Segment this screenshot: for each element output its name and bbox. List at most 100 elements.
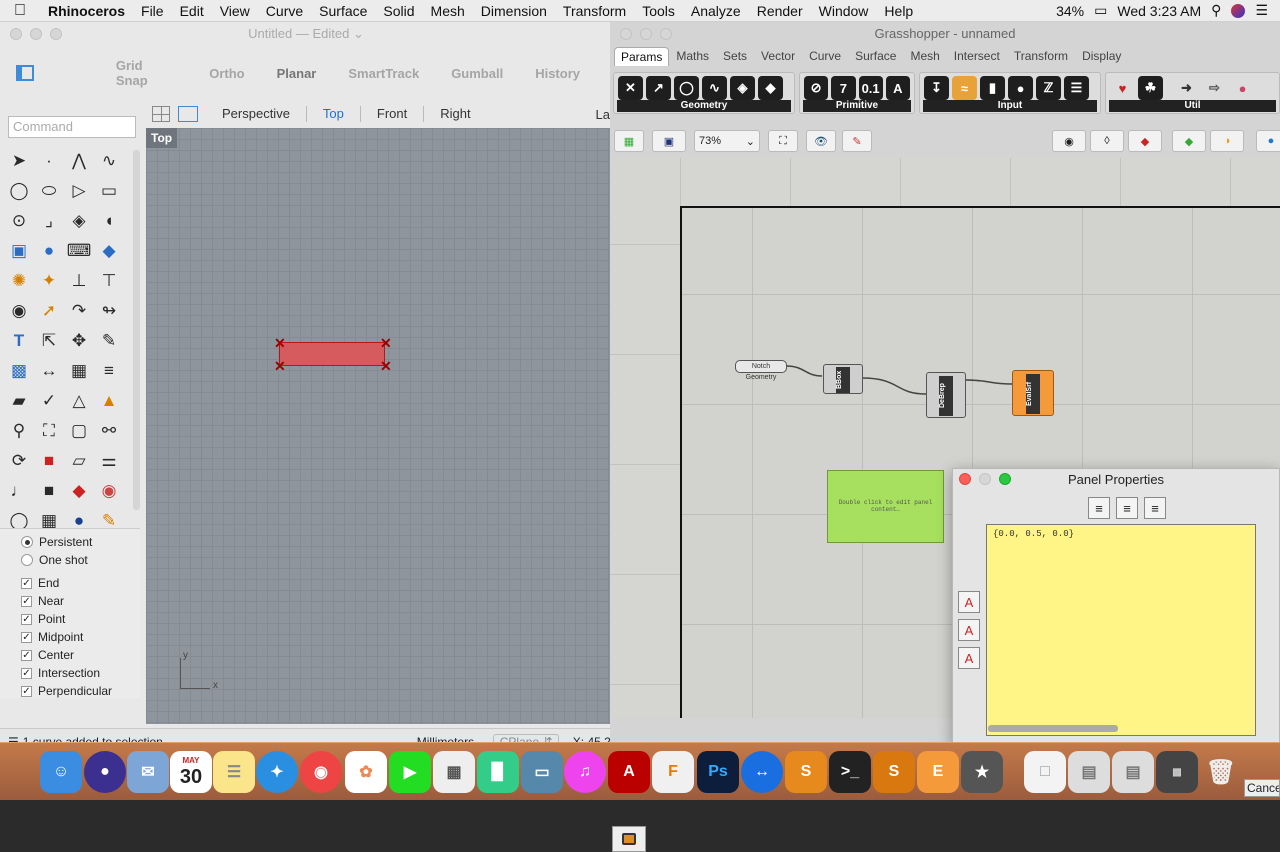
layer-icon[interactable]: ⚌ [94,446,124,476]
osnap-point[interactable]: ✓ Point [0,610,140,628]
zoom-window-icon[interactable]: ⛶ [34,416,64,446]
terminal-icon[interactable]: >_ [829,751,871,793]
downloads-stack-icon[interactable]: ▤ [1112,751,1154,793]
osnap-center[interactable]: ✓ Center [0,646,140,664]
bake-icon[interactable]: ◆ [1172,130,1206,152]
extend-icon[interactable]: ⊤ [94,266,124,296]
plane-icon[interactable]: ▱ [64,446,94,476]
tab-perspective[interactable]: Perspective [206,106,307,122]
wireframe-icon[interactable]: ◊ [1090,130,1124,152]
list-icon[interactable]: ☰ [1064,76,1089,100]
slider-icon[interactable]: ℤ [1036,76,1061,100]
integer-param-icon[interactable]: 7 [831,76,856,100]
menu-help[interactable]: Help [876,3,921,19]
circle-param-icon[interactable]: ◯ [674,76,699,100]
trim-icon[interactable]: ⊥ [64,266,94,296]
tab-top[interactable]: Top [307,106,361,122]
save-file-icon[interactable]: ▣ [652,130,686,152]
polyline-icon[interactable]: ⋀ [64,146,94,176]
minimize-button[interactable] [30,28,42,40]
checkmark-icon[interactable]: ✓ [21,613,32,625]
point-icon[interactable]: · [34,146,64,176]
circle-center-icon[interactable]: ⊙ [4,206,34,236]
analyze-icon[interactable]: ▰ [4,386,34,416]
chrome-icon[interactable]: ◉ [300,751,342,793]
fillet-icon[interactable]: ⌟ [34,206,64,236]
panel-content-text[interactable]: {0.0, 0.5, 0.0} [986,524,1256,736]
point-param-icon[interactable]: ✕ [618,76,643,100]
eagle-icon[interactable]: E [917,751,959,793]
tab-intersect[interactable]: Intersect [947,49,1007,63]
explode-icon[interactable]: ✺ [4,266,34,296]
input-group-label[interactable]: Input [923,100,1097,112]
tab-front[interactable]: Front [361,106,425,122]
single-view-icon[interactable] [178,106,198,122]
sublime-icon[interactable]: S [785,751,827,793]
zoom-button[interactable] [50,28,62,40]
dimension-icon[interactable]: ↔ [34,356,64,386]
history-toggle[interactable]: History [535,66,580,81]
bbox-component[interactable]: BBox [823,364,863,394]
menu-dimension[interactable]: Dimension [473,3,555,19]
tree-icon[interactable]: ☘ [1138,76,1163,100]
evalsrf-component[interactable]: EvalSrf [1012,370,1054,416]
surface-icon[interactable]: ◈ [64,206,94,236]
array-icon[interactable]: ▦ [64,356,94,386]
car-icon[interactable]: ■ [34,446,64,476]
ortho-toggle[interactable]: Ortho [209,66,244,81]
selected-preview-icon[interactable]: ◆ [1128,130,1162,152]
menu-rhinoceros[interactable]: Rhinoceros [40,3,133,19]
rotate-view-icon[interactable]: ⟳ [4,446,34,476]
oneshot-radio[interactable] [21,554,33,566]
safari-icon[interactable]: ✦ [256,751,298,793]
vector-param-icon[interactable]: ↗ [646,76,671,100]
zoom-extents-icon[interactable]: ⛶ [768,130,798,152]
gumball-toggle[interactable]: Gumball [451,66,503,81]
render-icon[interactable]: ▲ [94,386,124,416]
persistent-radio[interactable] [21,536,33,548]
checkmark-icon[interactable]: ✓ [21,667,32,679]
shaded-preview-icon[interactable]: ◑ [1210,130,1244,152]
number-param-icon[interactable]: 0.1 [858,76,883,100]
menu-analyze[interactable]: Analyze [683,3,749,19]
osnap-end[interactable]: ✓ End [0,574,140,592]
check-icon[interactable]: ✓ [34,386,64,416]
edit-icon[interactable]: ✎ [94,326,124,356]
checkmark-icon[interactable]: ✓ [21,631,32,643]
zoom-button[interactable] [660,28,672,40]
button-icon[interactable]: ● [1008,76,1033,100]
curve-param-icon[interactable]: ∿ [702,76,727,100]
ellipse-icon[interactable]: ⬭ [34,176,64,206]
polygon-icon[interactable]: ▷ [64,176,94,206]
tab-surface[interactable]: Surface [848,49,903,63]
text-param-icon[interactable]: A [885,76,910,100]
more-icon[interactable]: ● [1256,130,1280,152]
apple-icon[interactable]:  [0,2,40,20]
color-wheel-icon[interactable]: ◉ [94,476,124,506]
tab-sets[interactable]: Sets [716,49,754,63]
close-button[interactable] [10,28,22,40]
tab-right[interactable]: Right [424,106,486,122]
split-icon[interactable]: ✦ [34,266,64,296]
text-scrollbar[interactable] [988,725,1118,732]
text-icon[interactable]: T [4,326,34,356]
blend-icon[interactable]: ↬ [94,296,124,326]
debrep-component[interactable]: DeBrep [926,372,966,418]
clock[interactable]: Wed 3:23 AM [1117,3,1201,19]
tab-display[interactable]: Display [1075,49,1128,63]
oneshot-option[interactable]: One shot [0,551,140,569]
rectangle-icon[interactable]: ▭ [94,176,124,206]
boolean-param-icon[interactable]: ⊘ [804,76,829,100]
tab-curve[interactable]: Curve [802,49,848,63]
checkmark-icon[interactable]: ✓ [21,595,32,607]
minimize-button[interactable] [640,28,652,40]
magnify-icon[interactable]: ⚯ [94,416,124,446]
sidebar-toggle-icon[interactable] [16,65,34,81]
menu-solid[interactable]: Solid [375,3,422,19]
mesh-icon[interactable]: ◆ [94,236,124,266]
cancel-button[interactable]: Cancel [1244,779,1280,797]
control-point-marker[interactable]: ✕ [274,359,286,373]
notification-center-icon[interactable]: ☰ [1255,2,1268,19]
smarttrack-toggle[interactable]: SmartTrack [348,66,419,81]
font-size-icon[interactable]: A [958,619,980,641]
